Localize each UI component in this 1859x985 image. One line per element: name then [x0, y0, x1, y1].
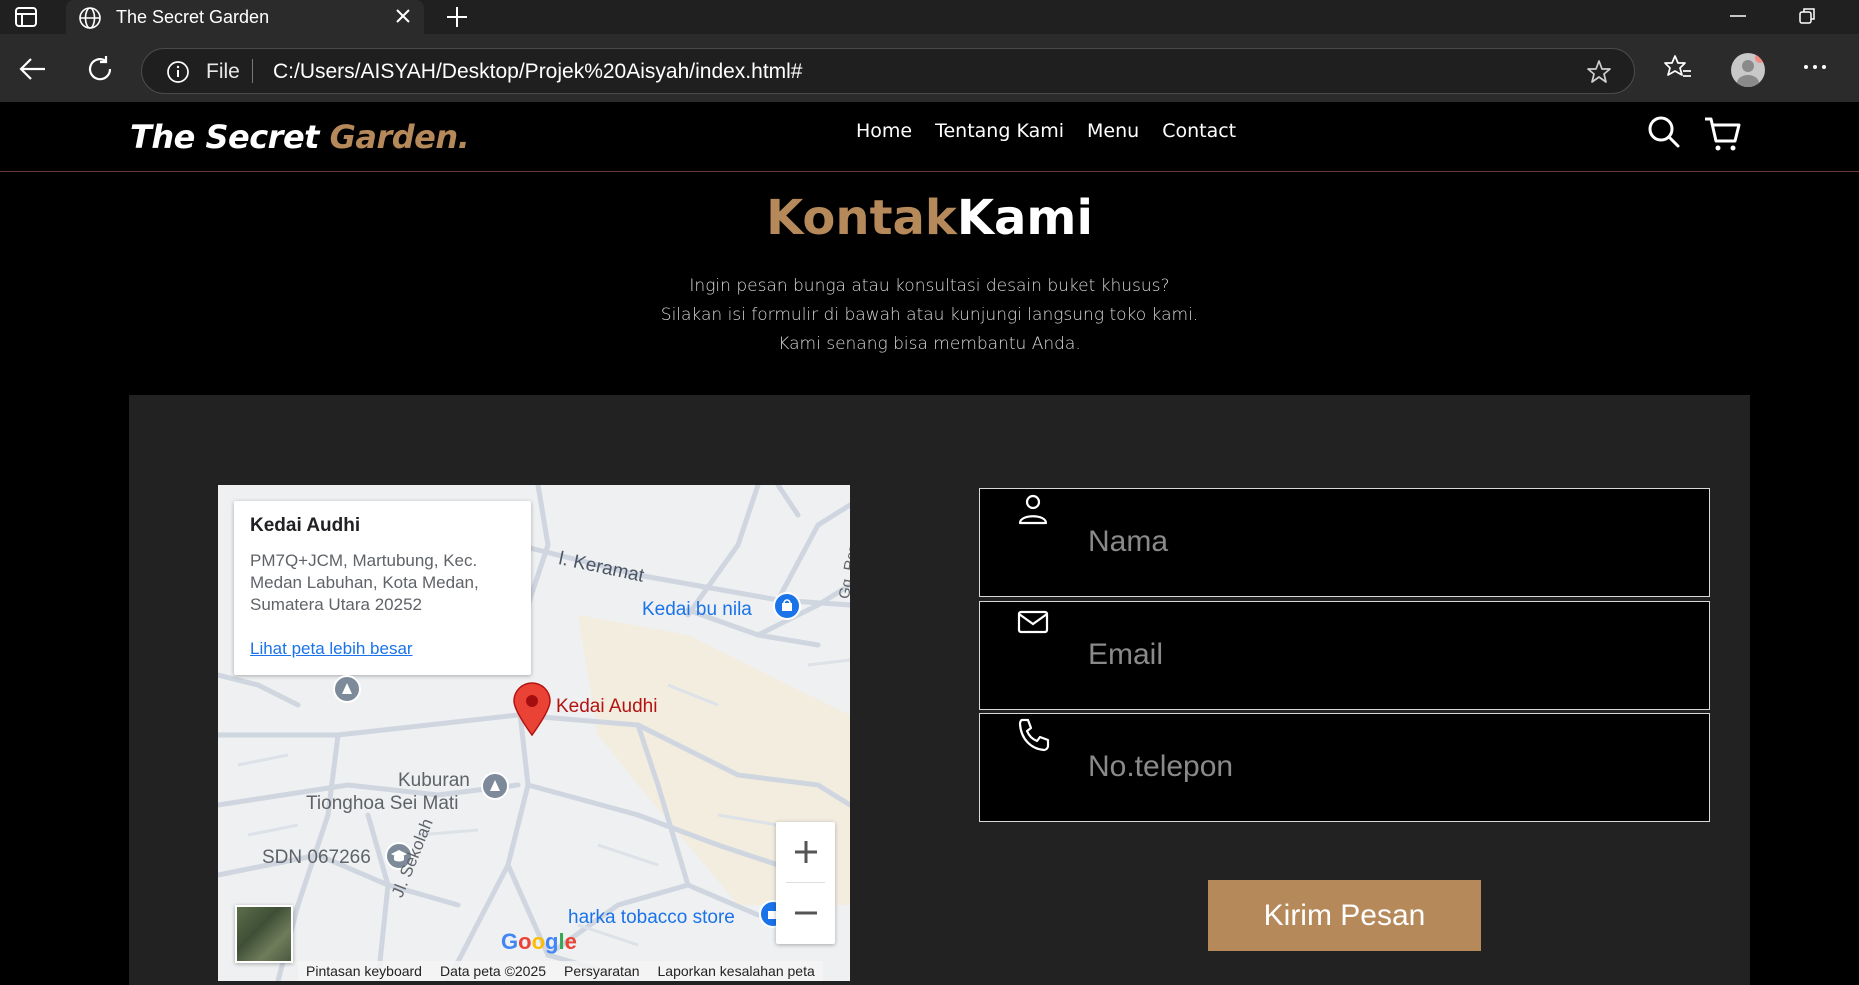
zoom-out-icon[interactable] — [792, 899, 820, 931]
terms-link[interactable]: Persyaratan — [564, 963, 639, 979]
email-field — [979, 601, 1710, 710]
title-accent: Kontak — [766, 190, 957, 246]
description-line: Ingin pesan bunga atau konsultasi desain… — [689, 276, 1170, 296]
poi-label[interactable]: harka tobacco store — [568, 907, 735, 929]
address-separator — [252, 59, 253, 83]
close-icon[interactable] — [392, 5, 414, 31]
search-icon[interactable] — [1646, 114, 1682, 154]
cemetery-poi-icon[interactable] — [480, 771, 510, 805]
phone-icon — [1016, 716, 1050, 760]
pin-label[interactable]: Kedai Audhi — [556, 696, 657, 718]
send-message-button[interactable]: Kirim Pesan — [1208, 880, 1481, 951]
notification-dot — [1755, 53, 1765, 63]
nav-tentang-kami[interactable]: Tentang Kami — [935, 120, 1064, 142]
back-icon[interactable] — [18, 54, 48, 88]
poi-label[interactable]: Kuburan — [398, 770, 470, 792]
address-bar[interactable]: File C:/Users/AISYAH/Desktop/Projek%20Ai… — [141, 48, 1635, 94]
google-logo: Google — [501, 929, 577, 954]
more-icon[interactable] — [1800, 52, 1830, 86]
browser-toolbar: File C:/Users/AISYAH/Desktop/Projek%20Ai… — [0, 34, 1859, 102]
google-map[interactable]: Kedai Audhi PM7Q+JCM, Martubung, Kec. Me… — [218, 485, 850, 981]
star-icon[interactable] — [1586, 59, 1612, 89]
email-input[interactable] — [1088, 632, 1678, 678]
title-main: Kami — [956, 190, 1093, 246]
mail-icon — [1016, 604, 1050, 648]
larger-map-link[interactable]: Lihat peta lebih besar — [250, 639, 413, 659]
phone-field — [979, 713, 1710, 822]
map-data-text: Data peta ©2025 — [439, 963, 547, 979]
restore-icon[interactable] — [1796, 4, 1818, 32]
satellite-toggle[interactable] — [235, 905, 293, 963]
cart-icon[interactable] — [1703, 114, 1743, 158]
description-line: Silakan isi formulir di bawah atau kunju… — [660, 305, 1199, 325]
logo-main: The Secret — [130, 118, 330, 156]
phone-input[interactable] — [1088, 744, 1678, 790]
report-error-link[interactable]: Laporkan kesalahan peta — [658, 963, 815, 979]
nav-home[interactable]: Home — [856, 120, 912, 142]
poi-label[interactable]: Tionghoa Sei Mati — [306, 793, 458, 815]
name-input[interactable] — [1088, 519, 1678, 565]
worship-poi-icon[interactable] — [332, 674, 362, 708]
tab-actions-icon[interactable] — [14, 6, 38, 28]
tab-title: The Secret Garden — [116, 7, 270, 27]
shopping-poi-icon[interactable] — [772, 591, 802, 625]
zoom-in-icon[interactable] — [792, 838, 820, 870]
browser-tab-bar: The Secret Garden — [0, 0, 1859, 34]
place-name: Kedai Audhi — [250, 515, 361, 536]
favorites-icon[interactable] — [1663, 52, 1693, 86]
refresh-icon[interactable] — [85, 54, 115, 88]
place-info-card: Kedai Audhi PM7Q+JCM, Martubung, Kec. Me… — [234, 501, 531, 675]
nav-menu[interactable]: Menu — [1087, 120, 1139, 142]
location-pin-icon[interactable] — [511, 681, 553, 741]
page-title: KontakKami — [0, 190, 1859, 246]
main-menu: Home Tentang Kami Menu Contact — [856, 120, 1236, 142]
zoom-controls — [776, 822, 835, 944]
address-prefix: File — [206, 60, 240, 83]
nav-contact[interactable]: Contact — [1162, 120, 1236, 142]
name-field — [979, 488, 1710, 597]
plus-icon[interactable] — [444, 4, 470, 34]
globe-icon — [78, 6, 102, 34]
zoom-divider — [786, 882, 825, 883]
profile-icon[interactable] — [1731, 53, 1765, 87]
poi-label[interactable]: Kedai bu nila — [642, 599, 752, 621]
url-text[interactable]: C:/Users/AISYAH/Desktop/Projek%20Aisyah/… — [273, 60, 803, 84]
logo-accent: Garden. — [329, 118, 470, 156]
place-address: PM7Q+JCM, Martubung, Kec. Medan Labuhan,… — [250, 551, 479, 614]
site-navbar: The Secret Garden. Home Tentang Kami Men… — [0, 102, 1859, 172]
map-attribution: Pintasan keyboard Data peta ©2025 Persya… — [298, 961, 823, 981]
user-icon — [1016, 491, 1050, 535]
poi-label[interactable]: SDN 067266 — [262, 847, 371, 869]
keyboard-shortcuts-link[interactable]: Pintasan keyboard — [306, 963, 422, 979]
minimize-icon[interactable] — [1727, 4, 1749, 32]
browser-tab[interactable]: The Secret Garden — [66, 0, 424, 34]
contact-description: Ingin pesan bunga atau konsultasi desain… — [0, 272, 1859, 359]
site-logo[interactable]: The Secret Garden. — [130, 118, 470, 156]
info-icon[interactable] — [166, 60, 190, 88]
description-line: Kami senang bisa membantu Anda. — [778, 334, 1081, 354]
